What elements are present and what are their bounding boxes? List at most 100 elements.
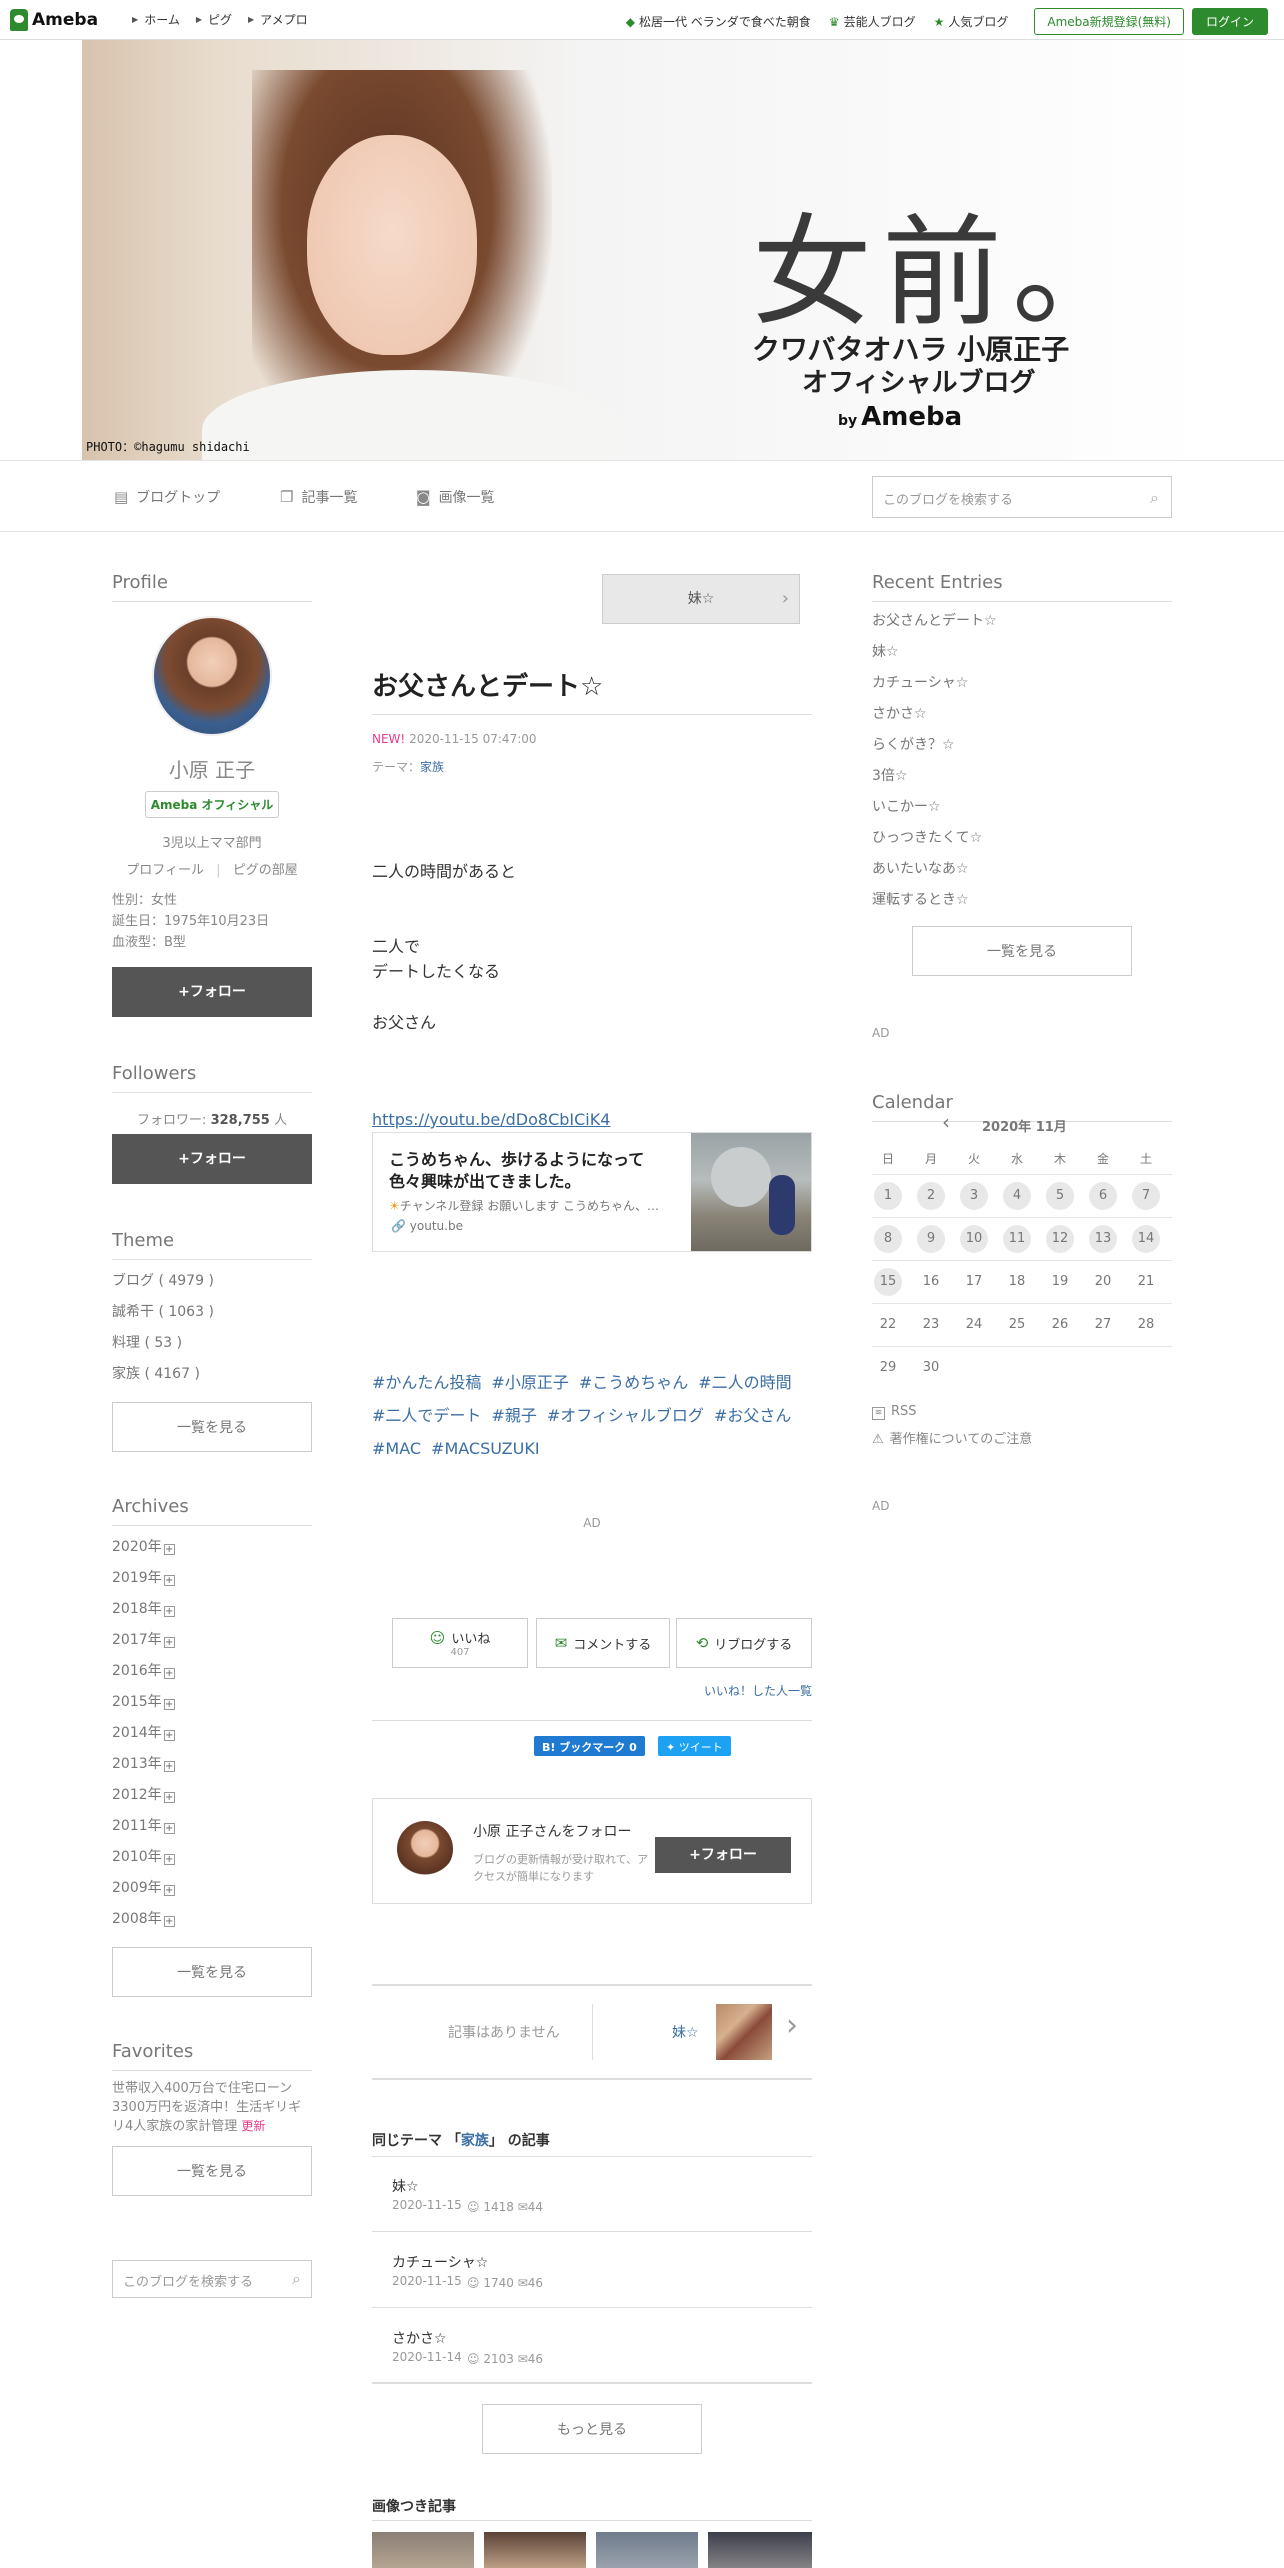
recent-entry-link[interactable]: 3倍☆ [872,761,1172,792]
calendar-day[interactable]: 10 [960,1225,988,1253]
related-article[interactable]: さかさ☆ 2020-11-14 ☺ 2103 ✉46 [372,2308,812,2384]
follow-button[interactable]: +フォロー [112,967,312,1017]
more-articles-button[interactable]: もっと見る [482,2404,702,2454]
hatena-bookmark-button[interactable]: B! ブックマーク 0 [534,1736,645,1756]
hashtag-link[interactable]: #小原正子 [491,1366,568,1399]
related-theme-link[interactable]: 家族 [461,2133,489,2149]
hashtag-link[interactable]: #お父さん [714,1399,791,1432]
trending-link[interactable]: ◆ 松居一代 ベランダで食べた朝食 [626,13,811,30]
comment-button[interactable]: ✉ コメントする [536,1618,670,1668]
follow-button-2[interactable]: +フォロー [112,1134,312,1184]
next-entry-button[interactable]: 妹☆ › [602,574,800,624]
recent-entry-link[interactable]: らくがき？☆ [872,730,1172,761]
hashtag-link[interactable]: #二人でデート [372,1399,481,1432]
calendar-day[interactable]: 8 [874,1225,902,1253]
favorites-more-button[interactable]: 一覧を見る [112,2146,312,2196]
recent-entry-link[interactable]: 運転するとき☆ [872,885,1172,916]
search-icon[interactable]: ⌕ [292,2269,301,2289]
related-article[interactable]: 妹☆ 2020-11-15 ☺ 1418 ✉44 [372,2156,812,2232]
image-article-thumbnail[interactable] [372,2532,474,2568]
chevron-left-icon[interactable]: ‹ [942,1110,950,1134]
profile-rank[interactable]: 3児以上ママ部門 [112,832,312,851]
archive-year[interactable]: 2015年 + [112,1687,312,1718]
calendar-day[interactable]: 11 [1003,1225,1031,1253]
pigg-room-link[interactable]: ピグの部屋 [233,863,298,878]
theme-item[interactable]: 誠希干 ( 1063 ) [112,1297,312,1328]
profile-avatar[interactable] [152,616,272,736]
expand-icon[interactable]: + [163,1575,175,1586]
nav-pigg[interactable]: ▶ ピグ [196,11,232,28]
archive-year[interactable]: 2014年 + [112,1718,312,1749]
calendar-day[interactable]: 7 [1132,1182,1160,1210]
like-button[interactable]: ☺ いいね 407 [392,1618,528,1668]
calendar-day[interactable]: 9 [917,1225,945,1253]
hashtag-link[interactable]: #こうめちゃん [579,1366,688,1399]
archive-year[interactable]: 2017年 + [112,1625,312,1656]
theme-more-button[interactable]: 一覧を見る [112,1402,312,1452]
favorite-item[interactable]: 世帯収入400万台で住宅ローン3300万円を返済中！生活ギリギリ4人家族の家計管… [112,2079,312,2136]
archive-year[interactable]: 2018年 + [112,1594,312,1625]
blog-banner[interactable]: 女前。 クワバタオハラ 小原正子 オフィシャルブログ by Ameba PHOTO… [82,40,1202,460]
archive-year[interactable]: 2016年 + [112,1656,312,1687]
calendar-day[interactable]: 15 [874,1268,902,1296]
recent-entry-link[interactable]: あいたいなあ☆ [872,854,1172,885]
popular-blog-link[interactable]: ★ 人気ブログ [934,13,1009,30]
youtube-embed-card[interactable]: こうめちゃん、歩けるようになって 色々興味が出てきました。 ☀チャンネル登録 お… [372,1132,812,1252]
recent-entry-link[interactable]: さかさ☆ [872,699,1172,730]
hashtag-link[interactable]: #オフィシャルブログ [547,1399,704,1432]
profile-name[interactable]: 小原 正子 [112,754,312,783]
archive-year[interactable]: 2011年 + [112,1811,312,1842]
calendar-day[interactable]: 1 [874,1182,902,1210]
archive-year[interactable]: 2008年 + [112,1904,312,1935]
sidebar-search-input[interactable]: このブログを検索する ⌕ [112,2260,312,2298]
nav-amepro[interactable]: ▶ アメプロ [248,11,308,28]
theme-item[interactable]: 家族 ( 4167 ) [112,1359,312,1390]
recent-entry-link[interactable]: お父さんとデート☆ [872,606,1172,637]
expand-icon[interactable]: + [163,1544,175,1555]
liked-users-link[interactable]: いいね！した人一覧 [704,1682,812,1699]
archives-more-button[interactable]: 一覧を見る [112,1947,312,1997]
related-article[interactable]: カチューシャ☆ 2020-11-15 ☺ 1740 ✉46 [372,2232,812,2308]
image-list-link[interactable]: ◙ 画像一覧 [416,487,495,507]
next-entry-link[interactable]: 妹☆ [672,2022,699,2042]
hashtag-link[interactable]: #MACSUZUKI [431,1432,540,1465]
image-article-thumbnail[interactable] [708,2532,812,2568]
calendar-day[interactable]: 2 [917,1182,945,1210]
calendar-day[interactable]: 5 [1046,1182,1074,1210]
author-avatar[interactable] [397,1821,453,1877]
login-button[interactable]: ログイン [1191,8,1268,35]
calendar-day[interactable]: 14 [1132,1225,1160,1253]
reblog-button[interactable]: ⟲ リブログする [676,1618,812,1668]
expand-icon[interactable]: + [163,1854,175,1865]
blog-top-link[interactable]: ▤ ブログトップ [114,487,220,507]
image-article-thumbnail[interactable] [596,2532,698,2568]
hashtag-link[interactable]: #かんたん投稿 [372,1366,481,1399]
expand-icon[interactable]: + [163,1823,175,1834]
recent-entry-link[interactable]: いこかー☆ [872,792,1172,823]
entry-list-link[interactable]: ❐ 記事一覧 [280,487,357,507]
recent-more-button[interactable]: 一覧を見る [912,926,1132,976]
follow-box-button[interactable]: +フォロー [655,1837,791,1873]
expand-icon[interactable]: + [163,1637,175,1648]
expand-icon[interactable]: + [163,1792,175,1803]
nav-home[interactable]: ▶ ホーム [132,11,180,28]
recent-entry-link[interactable]: ひっつきたくて☆ [872,823,1172,854]
ameba-logo[interactable]: Ameba [10,8,98,31]
expand-icon[interactable]: + [163,1916,175,1927]
expand-icon[interactable]: + [163,1699,175,1710]
calendar-day[interactable]: 13 [1089,1225,1117,1253]
celebrity-blog-link[interactable]: ♛ 芸能人ブログ [829,13,916,30]
theme-item[interactable]: 料理 ( 53 ) [112,1328,312,1359]
article-title[interactable]: お父さんとデート☆ [372,666,603,703]
recent-entry-link[interactable]: 妹☆ [872,637,1172,668]
copyright-notice-link[interactable]: ⚠ 著作権についてのご注意 [872,1428,1172,1447]
chevron-right-icon[interactable]: › [786,2008,798,2043]
archive-year[interactable]: 2020年 + [112,1532,312,1563]
profile-link[interactable]: プロフィール [126,863,204,878]
calendar-day[interactable]: 4 [1003,1182,1031,1210]
calendar-day[interactable]: 6 [1089,1182,1117,1210]
expand-icon[interactable]: + [163,1606,175,1617]
expand-icon[interactable]: + [163,1761,175,1772]
archive-year[interactable]: 2009年 + [112,1873,312,1904]
calendar-day[interactable]: 3 [960,1182,988,1210]
